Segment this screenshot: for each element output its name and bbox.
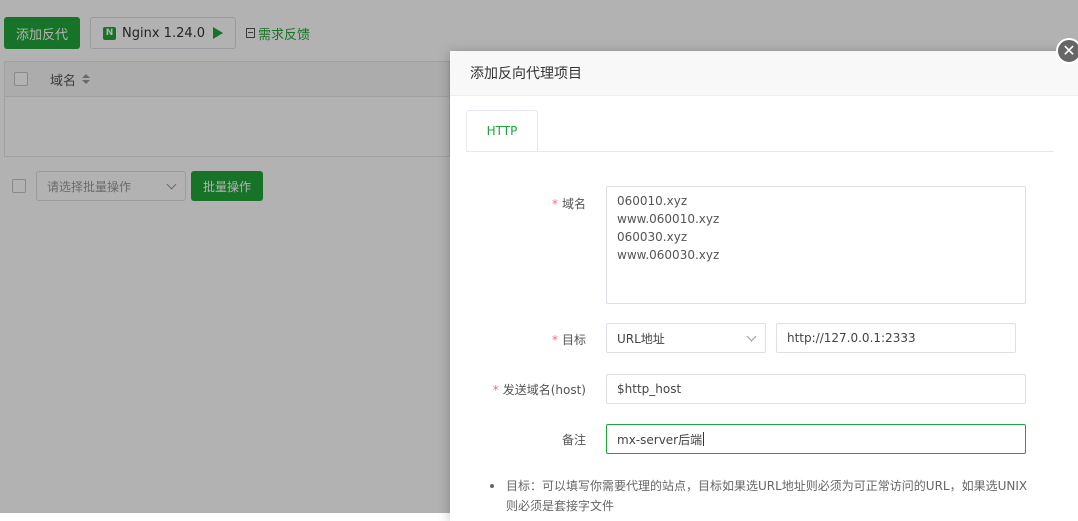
target-url-value: http://127.0.0.1:2333 bbox=[787, 331, 916, 345]
target-type-value: URL地址 bbox=[617, 331, 665, 346]
add-proxy-dialog: 添加反向代理项目 HTTP * 域名 060010.xyz www.060010.… bbox=[450, 51, 1078, 521]
chevron-down-icon bbox=[746, 331, 757, 342]
remark-label: 备注 bbox=[450, 431, 586, 448]
required-marker: * bbox=[492, 383, 499, 397]
domain-label: * 域名 bbox=[450, 195, 586, 212]
required-marker: * bbox=[551, 333, 558, 347]
send-host-label-text: 发送域名(host) bbox=[502, 383, 586, 397]
target-hint: 目标：可以填写你需要代理的站点，目标如果选URL地址则必须为可正常访问的URL，… bbox=[490, 476, 1030, 516]
close-icon: ✕ bbox=[1062, 41, 1076, 60]
send-host-label: * 发送域名(host) bbox=[450, 381, 586, 398]
required-marker: * bbox=[551, 197, 558, 211]
domain-label-text: 域名 bbox=[561, 197, 586, 211]
target-label: * 目标 bbox=[450, 331, 586, 348]
domain-textarea[interactable]: 060010.xyz www.060010.xyz 060030.xyz www… bbox=[606, 186, 1026, 304]
domain-line: 060030.xyz bbox=[617, 230, 688, 244]
target-type-select[interactable]: URL地址 bbox=[606, 323, 766, 353]
target-url-input[interactable]: http://127.0.0.1:2333 bbox=[776, 323, 1016, 353]
remark-value: mx-server后端 bbox=[617, 432, 703, 447]
send-host-input[interactable]: $http_host bbox=[606, 374, 1026, 404]
dialog-title: 添加反向代理项目 bbox=[470, 66, 582, 82]
tab-http[interactable]: HTTP bbox=[466, 110, 538, 151]
close-button[interactable]: ✕ bbox=[1056, 38, 1078, 64]
send-host-value: $http_host bbox=[617, 382, 682, 396]
bullet-icon bbox=[490, 484, 494, 488]
remark-input[interactable]: mx-server后端 bbox=[606, 424, 1026, 454]
tab-bar: HTTP bbox=[466, 110, 1054, 152]
text-caret bbox=[703, 432, 705, 446]
target-label-text: 目标 bbox=[561, 333, 586, 347]
domain-line: www.060030.xyz bbox=[617, 248, 720, 262]
target-hint-text: 目标：可以填写你需要代理的站点，目标如果选URL地址则必须为可正常访问的URL，… bbox=[506, 479, 1028, 513]
dialog-header: 添加反向代理项目 bbox=[450, 51, 1078, 96]
remark-label-text: 备注 bbox=[561, 433, 586, 447]
domain-line: 060010.xyz bbox=[617, 194, 688, 208]
domain-line: www.060010.xyz bbox=[617, 212, 720, 226]
